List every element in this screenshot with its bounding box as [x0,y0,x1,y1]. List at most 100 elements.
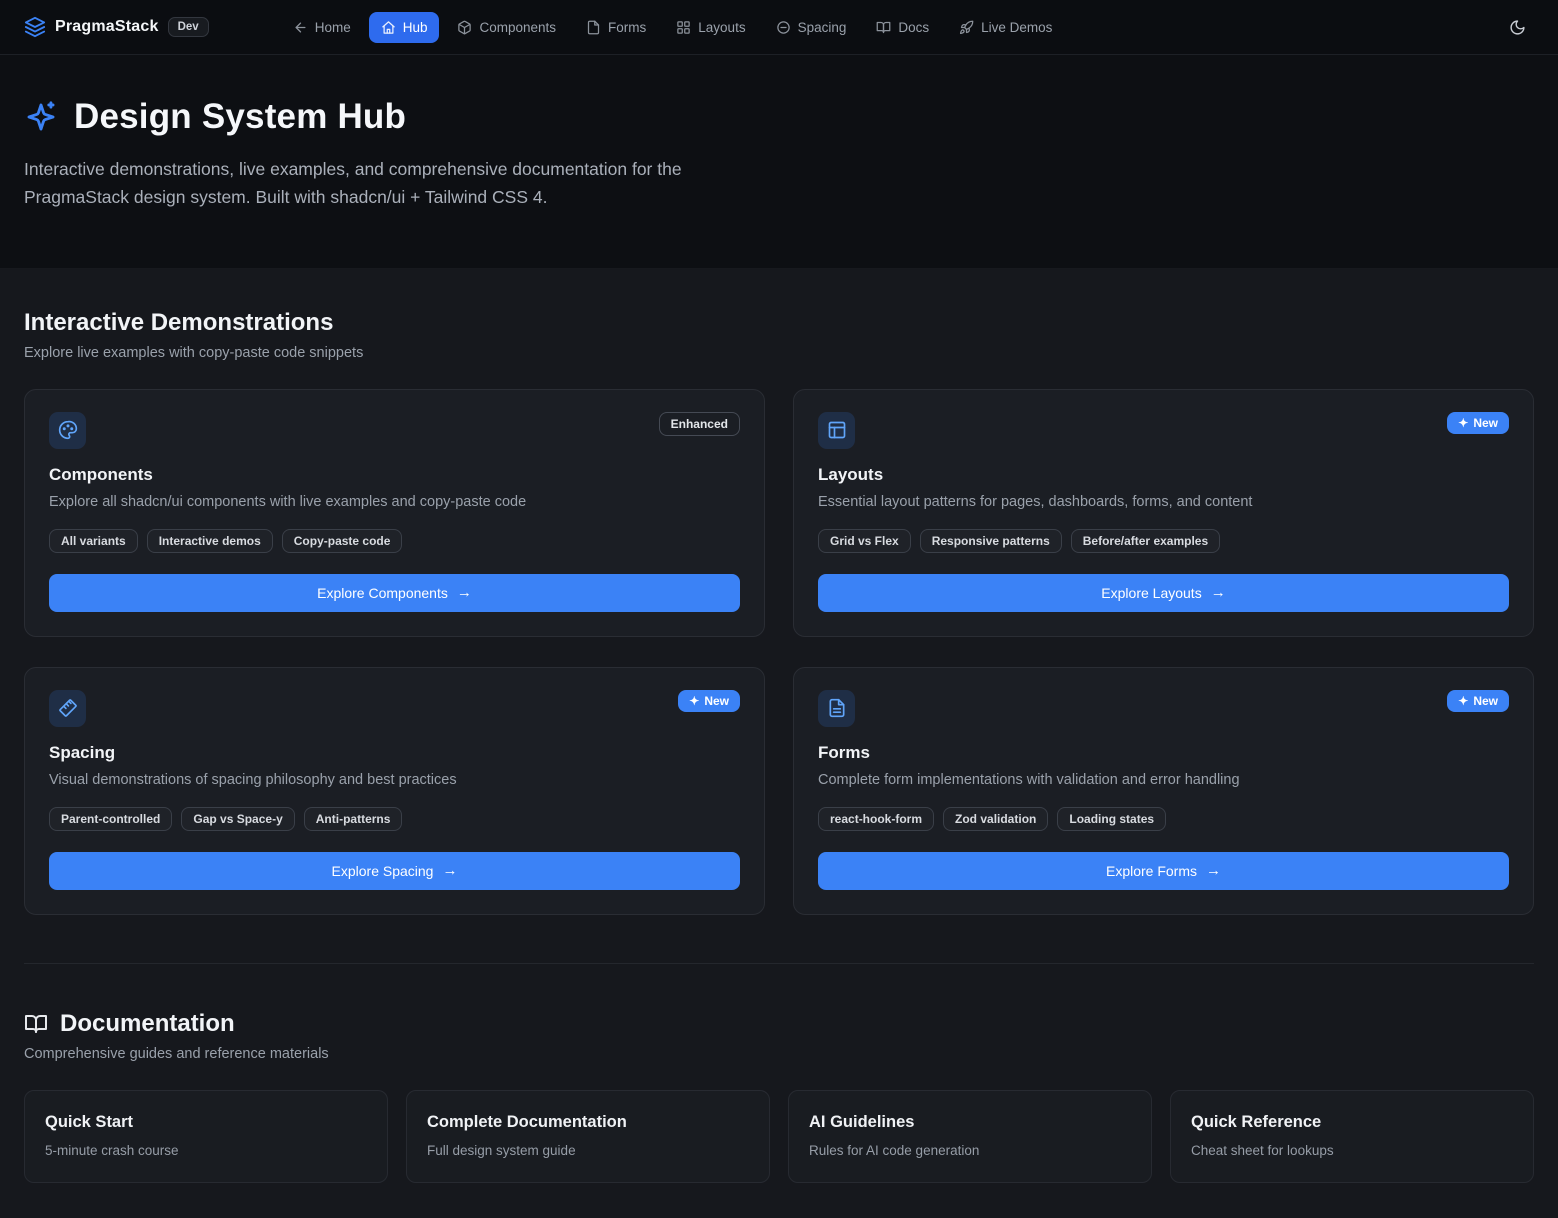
page-title: Design System Hub [74,97,406,137]
demos-section-subtitle: Explore live examples with copy-paste co… [24,345,1534,361]
card-title: Spacing [49,743,740,763]
doc-card-description: 5-minute crash course [45,1143,367,1158]
docs-section-subtitle: Comprehensive guides and reference mater… [24,1046,1534,1062]
brand-name: PragmaStack [55,18,159,36]
brand[interactable]: PragmaStack Dev [24,16,209,38]
card-description: Complete form implementations with valid… [818,772,1509,788]
button-label: Explore Forms [1106,863,1197,879]
nav-label: Forms [608,20,646,35]
book-open-icon [876,20,891,35]
new-badge: ✦ New [678,690,740,712]
arrow-right-icon: → [1206,862,1221,879]
demo-card-layouts: ✦ New Layouts Essential layout patterns … [793,389,1534,637]
card-description: Explore all shadcn/ui components with li… [49,494,740,510]
palette-icon [49,412,86,449]
nav-item-docs[interactable]: Docs [864,12,941,43]
main-nav: Home Hub Components Forms Layouts [281,12,1065,43]
tag: Responsive patterns [920,529,1062,553]
card-title: Forms [818,743,1509,763]
tag-row: All variants Interactive demos Copy-past… [49,529,740,553]
arrow-right-icon: → [1211,584,1226,601]
demo-card-grid: Enhanced Components Explore all shadcn/u… [24,389,1534,915]
docs-card-grid: Quick Start 5-minute crash course Comple… [24,1090,1534,1183]
dev-badge: Dev [168,17,209,37]
demo-card-spacing: ✦ New Spacing Visual demonstrations of s… [24,667,765,915]
demo-card-forms: ✦ New Forms Complete form implementation… [793,667,1534,915]
nav-label: Home [315,20,351,35]
doc-card-complete-documentation[interactable]: Complete Documentation Full design syste… [406,1090,770,1183]
layers-logo-icon [24,16,46,38]
button-label: Explore Layouts [1101,585,1201,601]
circle-icon [776,20,791,35]
nav-item-components[interactable]: Components [445,12,568,43]
tag: All variants [49,529,138,553]
explore-forms-button[interactable]: Explore Forms → [818,852,1509,890]
tag: Anti-patterns [304,807,403,831]
nav-item-forms[interactable]: Forms [574,12,658,43]
badge-label: New [704,694,729,708]
doc-card-quick-reference[interactable]: Quick Reference Cheat sheet for lookups [1170,1090,1534,1183]
card-title: Layouts [818,465,1509,485]
nav-label: Layouts [698,20,745,35]
new-badge: ✦ New [1447,690,1509,712]
file-icon [586,20,601,35]
tag: Parent-controlled [49,807,172,831]
tag: Loading states [1057,807,1166,831]
arrow-right-icon: → [442,862,457,879]
nav-item-live-demos[interactable]: Live Demos [947,12,1064,43]
page-subtitle: Interactive demonstrations, live example… [24,155,769,212]
panels-icon [818,412,855,449]
explore-components-button[interactable]: Explore Components → [49,574,740,612]
doc-card-description: Full design system guide [427,1143,749,1158]
nav-label: Components [479,20,556,35]
main-content: Interactive Demonstrations Explore live … [0,269,1558,1211]
badge-label: New [1473,694,1498,708]
tag: Grid vs Flex [818,529,911,553]
new-badge: ✦ New [1447,412,1509,434]
file-text-icon [818,690,855,727]
ruler-icon [49,690,86,727]
badge-label: New [1473,416,1498,430]
tag-row: Parent-controlled Gap vs Space-y Anti-pa… [49,807,740,831]
documentation-section: Documentation Comprehensive guides and r… [24,1010,1534,1183]
enhanced-badge: Enhanced [659,412,740,436]
doc-card-title: Quick Reference [1191,1113,1513,1132]
nav-item-hub[interactable]: Hub [369,12,440,43]
section-divider [24,963,1534,964]
house-icon [381,20,396,35]
sparkle-icon: ✦ [1458,694,1468,708]
tag: Gap vs Space-y [181,807,294,831]
sparkle-icon: ✦ [689,694,699,708]
nav-item-spacing[interactable]: Spacing [764,12,859,43]
navbar: PragmaStack Dev Home Hub Components Fo [0,0,1558,55]
explore-layouts-button[interactable]: Explore Layouts → [818,574,1509,612]
tag-row: react-hook-form Zod validation Loading s… [818,807,1509,831]
box-icon [457,20,472,35]
rocket-icon [959,20,974,35]
theme-toggle-button[interactable] [1501,11,1534,44]
sparkle-icon: ✦ [1458,416,1468,430]
nav-item-layouts[interactable]: Layouts [664,12,757,43]
demos-section-title: Interactive Demonstrations [24,309,1534,337]
card-description: Essential layout patterns for pages, das… [818,494,1509,510]
card-description: Visual demonstrations of spacing philoso… [49,772,740,788]
nav-label: Spacing [798,20,847,35]
nav-label: Live Demos [981,20,1052,35]
hero-section: Design System Hub Interactive demonstrat… [0,55,1558,269]
docs-section-title: Documentation [60,1010,235,1038]
nav-item-home[interactable]: Home [281,12,363,43]
demo-card-components: Enhanced Components Explore all shadcn/u… [24,389,765,637]
nav-label: Hub [403,20,428,35]
explore-spacing-button[interactable]: Explore Spacing → [49,852,740,890]
tag-row: Grid vs Flex Responsive patterns Before/… [818,529,1509,553]
doc-card-description: Rules for AI code generation [809,1143,1131,1158]
button-label: Explore Components [317,585,448,601]
button-label: Explore Spacing [332,863,434,879]
doc-card-ai-guidelines[interactable]: AI Guidelines Rules for AI code generati… [788,1090,1152,1183]
tag: Interactive demos [147,529,273,553]
doc-card-quick-start[interactable]: Quick Start 5-minute crash course [24,1090,388,1183]
doc-card-description: Cheat sheet for lookups [1191,1143,1513,1158]
doc-card-title: Quick Start [45,1113,367,1132]
tag: Before/after examples [1071,529,1220,553]
book-open-icon [24,1012,48,1036]
